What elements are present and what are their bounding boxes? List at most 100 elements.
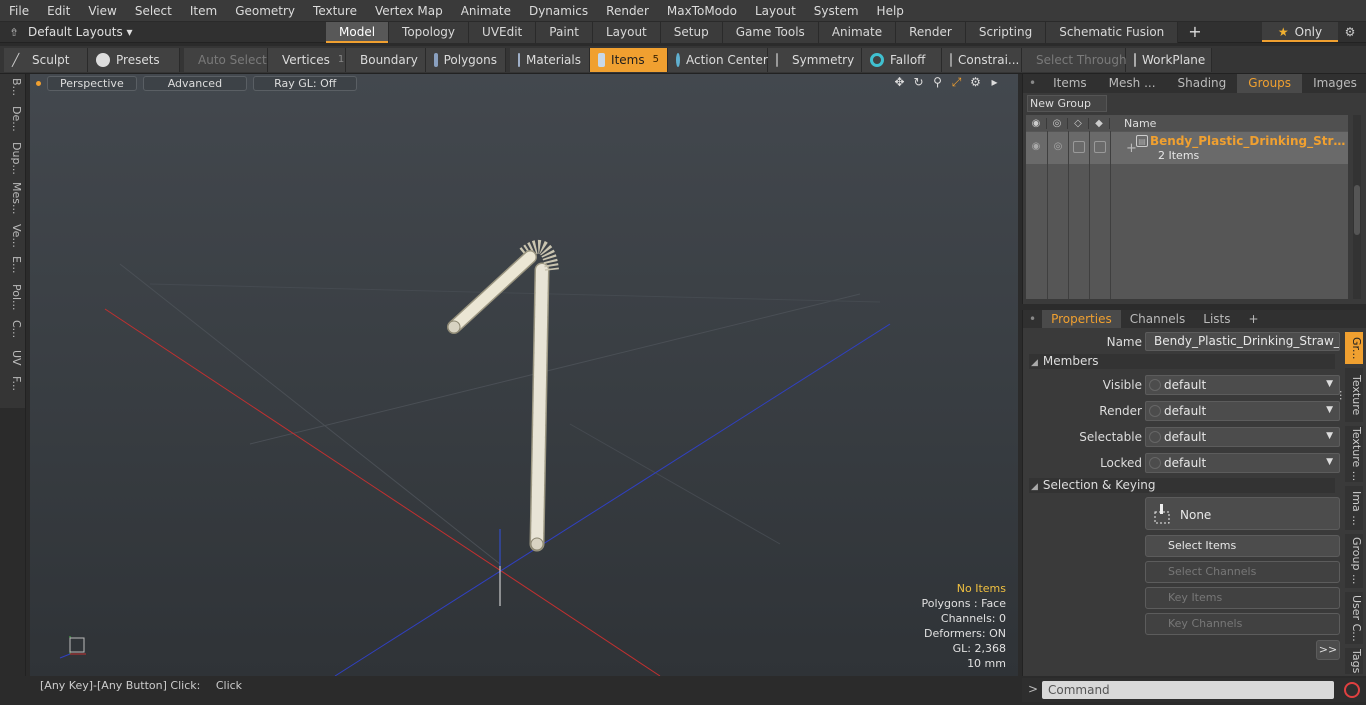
menu-file[interactable]: File <box>0 0 38 22</box>
side-tab-texture-1[interactable]: Texture ... <box>1337 368 1363 422</box>
menu-vertex-map[interactable]: Vertex Map <box>366 0 452 22</box>
left-tool-basic[interactable]: B... <box>3 78 23 96</box>
left-tool-duplicate[interactable]: Dup... <box>3 142 23 175</box>
row-selectable-checkbox[interactable] <box>1073 141 1085 153</box>
3d-viewport[interactable]: Perspective Advanced Ray GL: Off ✥ ↻ ⚲ ⤢… <box>30 74 1018 676</box>
side-tab-group[interactable]: Gr... <box>1345 332 1363 364</box>
tab-channels[interactable]: Channels <box>1121 310 1195 328</box>
new-group-button[interactable]: New Group <box>1027 95 1107 112</box>
left-tool-curve[interactable]: C... <box>3 320 23 338</box>
raygl-dropdown[interactable]: Ray GL: Off <box>253 75 358 91</box>
side-tab-tags[interactable]: Tags <box>1345 648 1363 674</box>
items-button[interactable]: Items 5 <box>590 47 668 72</box>
side-tab-user-channels[interactable]: User C... <box>1345 592 1363 644</box>
left-tool-vertex[interactable]: Ve... <box>3 224 23 248</box>
tab-animate[interactable]: Animate <box>818 22 897 43</box>
menu-item[interactable]: Item <box>181 0 226 22</box>
none-button[interactable]: None <box>1145 497 1340 530</box>
tab-paint[interactable]: Paint <box>536 22 593 43</box>
locked-dropdown[interactable]: default ▼ <box>1145 453 1340 473</box>
key-channels-button[interactable]: Key Channels <box>1145 613 1340 635</box>
view-perspective-dropdown[interactable]: Perspective <box>47 75 137 91</box>
tab-shading[interactable]: Shading <box>1167 74 1238 93</box>
render-icon[interactable]: ◎ <box>1047 117 1068 129</box>
pan-icon[interactable]: ✥ <box>890 75 909 90</box>
key-items-button[interactable]: Key Items <box>1145 587 1340 609</box>
only-button[interactable]: ★ Only <box>1262 22 1338 42</box>
side-tab-texture-2[interactable]: Texture ... <box>1345 426 1363 482</box>
menu-system[interactable]: System <box>805 0 868 22</box>
viewport-dot-icon[interactable] <box>36 80 41 86</box>
tab-render[interactable]: Render <box>896 22 966 43</box>
side-tab-group-2[interactable]: Group ... <box>1345 534 1363 588</box>
viewport-gear-icon[interactable]: ⚙ <box>966 75 985 90</box>
tab-schematic-fusion[interactable]: Schematic Fusion <box>1046 22 1179 43</box>
more-button[interactable]: >> <box>1316 640 1340 660</box>
action-center-button[interactable]: Action Center <box>668 47 768 72</box>
menu-render[interactable]: Render <box>597 0 658 22</box>
layout-dropdown[interactable]: Default Layouts ▾ <box>28 25 133 39</box>
left-tool-deform[interactable]: De... <box>3 106 23 132</box>
menu-view[interactable]: View <box>79 0 125 22</box>
selectable-cube-icon[interactable]: ◇ <box>1068 117 1089 129</box>
visibility-eye-icon[interactable]: ◉ <box>1026 117 1047 129</box>
select-through-button[interactable]: Select Through <box>1022 47 1127 72</box>
side-tab-image[interactable]: Ima ... <box>1345 486 1363 530</box>
command-input[interactable]: Command <box>1042 681 1334 699</box>
tab-uvedit[interactable]: UVEdit <box>469 22 537 43</box>
tab-properties[interactable]: Properties <box>1042 310 1121 328</box>
name-input[interactable]: Bendy_Plastic_Drinking_Straw_Striped <box>1145 332 1340 351</box>
tab-mesh[interactable]: Mesh ... <box>1098 74 1167 93</box>
row-eye-icon[interactable]: ◉ <box>1030 141 1042 153</box>
sculpt-button[interactable]: ╱ Sculpt <box>4 47 88 72</box>
tab-game-tools[interactable]: Game Tools <box>722 22 819 43</box>
symmetry-button[interactable]: Symmetry <box>768 47 862 72</box>
polygons-button[interactable]: Polygons <box>426 47 506 72</box>
tab-setup[interactable]: Setup <box>660 22 723 43</box>
gear-icon[interactable]: ⚙ <box>1340 22 1360 42</box>
groups-scrollbar[interactable] <box>1353 115 1361 299</box>
boundary-button[interactable]: Boundary <box>346 47 426 72</box>
tab-images[interactable]: Images <box>1302 74 1366 93</box>
menu-geometry[interactable]: Geometry <box>226 0 304 22</box>
tab-items[interactable]: Items <box>1042 74 1098 93</box>
view-mode-dropdown[interactable]: Advanced <box>142 75 248 91</box>
constraints-button[interactable]: Constrai... <box>942 47 1022 72</box>
add-tab-icon[interactable]: + <box>1178 22 1211 43</box>
menu-animate[interactable]: Animate <box>452 0 520 22</box>
scrollbar-thumb[interactable] <box>1354 185 1360 235</box>
menu-dynamics[interactable]: Dynamics <box>520 0 597 22</box>
workplane-button[interactable]: WorkPlane <box>1126 47 1212 72</box>
row-render-icon[interactable]: ◎ <box>1052 141 1064 153</box>
auto-select-button[interactable]: Auto Select <box>184 47 268 72</box>
lock-icon[interactable]: ◆ <box>1089 117 1110 129</box>
panel-dot-icon[interactable]: • <box>1023 74 1042 93</box>
rotate-icon[interactable]: ↻ <box>909 75 928 90</box>
menu-help[interactable]: Help <box>868 0 913 22</box>
menu-select[interactable]: Select <box>126 0 181 22</box>
visible-dropdown[interactable]: default ▼ <box>1145 375 1340 395</box>
selection-keying-section[interactable]: ◢ Selection & Keying <box>1029 478 1335 493</box>
select-channels-button[interactable]: Select Channels <box>1145 561 1340 583</box>
left-tool-edge[interactable]: E... <box>3 256 23 273</box>
members-section[interactable]: ◢ Members <box>1029 354 1335 369</box>
materials-button[interactable]: Materials <box>510 47 590 72</box>
tab-scripting[interactable]: Scripting <box>965 22 1047 43</box>
tab-lists[interactable]: Lists <box>1194 310 1239 328</box>
tab-topology[interactable]: Topology <box>389 22 470 43</box>
left-tool-uv[interactable]: UV <box>3 350 23 366</box>
selectable-dropdown[interactable]: default ▼ <box>1145 427 1340 447</box>
viewport-menu-arrow-icon[interactable]: ▸ <box>985 75 1004 90</box>
render-dropdown[interactable]: default ▼ <box>1145 401 1340 421</box>
menu-layout[interactable]: Layout <box>746 0 805 22</box>
tab-groups[interactable]: Groups <box>1237 74 1303 93</box>
menu-texture[interactable]: Texture <box>304 0 366 22</box>
layout-arrows-icon[interactable]: ⇮ <box>0 26 28 39</box>
row-lock-checkbox[interactable] <box>1094 141 1106 153</box>
left-tool-mesh[interactable]: Mes... <box>3 182 23 214</box>
tab-layout[interactable]: Layout <box>592 22 661 43</box>
vertices-button[interactable]: Vertices 1 <box>268 47 346 72</box>
zoom-icon[interactable]: ⚲ <box>928 75 947 90</box>
left-tool-fusion[interactable]: F... <box>3 376 23 391</box>
presets-button[interactable]: Presets <box>88 47 180 72</box>
